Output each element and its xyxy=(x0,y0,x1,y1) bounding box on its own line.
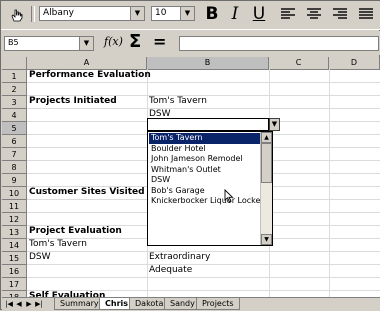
sheet-tab-projects[interactable]: Projects xyxy=(196,298,240,310)
font-size-combo[interactable]: 10 ▼ xyxy=(151,6,195,21)
row-header-14[interactable]: 14 xyxy=(2,239,27,252)
column-header-b[interactable]: B xyxy=(147,57,269,69)
row-header-1[interactable]: 1 xyxy=(2,70,27,83)
row-header-10[interactable]: 10 xyxy=(2,187,27,200)
row-header-16[interactable]: 16 xyxy=(2,265,27,278)
formula-bar: B5 ▼ f(x) Σ = xyxy=(1,31,380,55)
dropdown-option[interactable]: Boulder Hotel xyxy=(149,144,260,155)
row-header-9[interactable]: 9 xyxy=(2,174,27,187)
name-box[interactable]: B5 ▼ xyxy=(4,36,94,51)
sheet-tab-bar: |◀ ◀ ▶ ▶| Summary Chris Dakota Sandy Pro… xyxy=(2,297,380,311)
dropdown-option[interactable]: John Jameson Remodel xyxy=(149,154,260,165)
first-sheet-icon[interactable]: |◀ xyxy=(5,299,13,309)
previous-sheet-icon[interactable]: ◀ xyxy=(15,299,23,309)
chevron-down-icon[interactable]: ▼ xyxy=(130,7,144,20)
dropdown-option[interactable]: Tom's Tavern xyxy=(149,133,260,144)
cell-b16[interactable]: Adequate xyxy=(149,264,192,277)
cell-a13[interactable]: Project Evaluation xyxy=(29,225,122,238)
spreadsheet-window: Albany ▼ 10 ▼ B I U B5 ▼ f(x) Σ = A B C … xyxy=(0,0,380,311)
dropdown-option[interactable]: Knickerbocker Liquor Locker xyxy=(149,196,264,207)
cell-a3[interactable]: Projects Initiated xyxy=(29,95,117,108)
row-header-6[interactable]: 6 xyxy=(2,135,27,148)
font-name-value: Albany xyxy=(43,8,74,18)
sum-button[interactable]: Σ xyxy=(129,31,141,52)
cell-a1[interactable]: Performance Evaluation xyxy=(29,69,151,82)
function-wizard-button[interactable]: f(x) xyxy=(104,35,123,48)
spreadsheet-grid[interactable]: A B C D 1 2 3 4 5 6 7 8 9 10 11 12 13 14… xyxy=(2,57,380,299)
gridline xyxy=(27,82,380,83)
row-header-3[interactable]: 3 xyxy=(2,96,27,109)
chevron-down-icon[interactable]: ▼ xyxy=(180,7,194,20)
cell-a14[interactable]: Tom's Tavern xyxy=(29,238,87,251)
formula-input[interactable] xyxy=(179,36,379,51)
scrollbar-thumb[interactable] xyxy=(261,143,272,183)
bold-button[interactable]: B xyxy=(202,4,222,24)
dropdown-arrow-button[interactable]: ▼ xyxy=(269,118,280,131)
justify-icon[interactable] xyxy=(358,7,374,24)
column-header-c[interactable]: C xyxy=(269,57,329,69)
row-header-7[interactable]: 7 xyxy=(2,148,27,161)
column-header-a[interactable]: A xyxy=(27,57,147,69)
validation-dropdown-list[interactable]: Tom's Tavern Boulder Hotel John Jameson … xyxy=(147,131,273,246)
row-header-2[interactable]: 2 xyxy=(2,83,27,96)
active-cell-b5[interactable] xyxy=(147,118,269,131)
row-header-15[interactable]: 15 xyxy=(2,252,27,265)
italic-button[interactable]: I xyxy=(225,4,245,24)
font-size-value: 10 xyxy=(155,8,167,18)
column-header-d[interactable]: D xyxy=(329,57,380,69)
cell-a10[interactable]: Customer Sites Visited xyxy=(29,186,145,199)
last-sheet-icon[interactable]: ▶| xyxy=(35,299,43,309)
next-sheet-icon[interactable]: ▶ xyxy=(25,299,33,309)
dropdown-option[interactable]: Whitman's Outlet xyxy=(149,165,260,176)
dropdown-option[interactable]: DSW xyxy=(149,175,260,186)
cell-b3[interactable]: Tom's Tavern xyxy=(149,95,207,108)
row-header-17[interactable]: 17 xyxy=(2,278,27,291)
row-header-13[interactable]: 13 xyxy=(2,226,27,239)
formatting-toolbar: Albany ▼ 10 ▼ B I U xyxy=(1,1,380,30)
toolbar-separator xyxy=(31,6,35,22)
chevron-down-icon[interactable]: ▼ xyxy=(79,37,93,50)
sheet-tab-summary[interactable]: Summary xyxy=(54,298,105,310)
scroll-up-icon[interactable]: ▲ xyxy=(261,132,272,143)
mouse-cursor-icon xyxy=(224,188,234,206)
function-button[interactable]: = xyxy=(153,32,166,51)
hand-pointer-icon[interactable] xyxy=(9,7,25,26)
name-box-value: B5 xyxy=(8,38,19,47)
align-right-icon[interactable] xyxy=(332,7,348,24)
cell-a15[interactable]: DSW xyxy=(29,251,51,264)
gridline xyxy=(27,277,380,278)
align-center-icon[interactable] xyxy=(306,7,322,24)
row-header-11[interactable]: 11 xyxy=(2,200,27,213)
dropdown-option[interactable]: Bob's Garage xyxy=(149,186,260,197)
underline-button[interactable]: U xyxy=(249,4,269,24)
row-header-12[interactable]: 12 xyxy=(2,213,27,226)
font-name-combo[interactable]: Albany ▼ xyxy=(39,6,145,21)
gridline xyxy=(27,264,380,265)
gridline xyxy=(27,108,380,109)
select-all-corner[interactable] xyxy=(2,57,27,69)
align-left-icon[interactable] xyxy=(280,7,296,24)
cell-b15[interactable]: Extraordinary xyxy=(149,251,210,264)
row-header-4[interactable]: 4 xyxy=(2,109,27,122)
row-header-5[interactable]: 5 xyxy=(2,122,27,135)
scroll-down-icon[interactable]: ▼ xyxy=(261,234,272,245)
dropdown-scrollbar[interactable]: ▲ ▼ xyxy=(260,132,272,245)
row-header-8[interactable]: 8 xyxy=(2,161,27,174)
